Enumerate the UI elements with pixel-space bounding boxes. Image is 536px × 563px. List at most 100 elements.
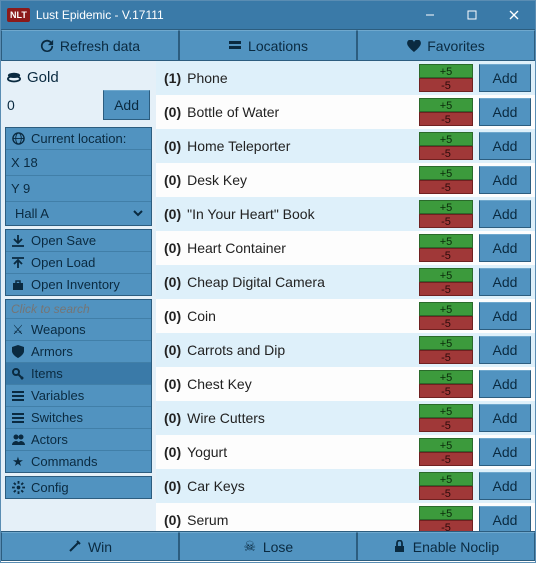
item-plus-button[interactable]: +5 [419, 336, 473, 350]
item-minus-button[interactable]: -5 [419, 180, 473, 194]
item-plus-button[interactable]: +5 [419, 472, 473, 486]
item-add-button[interactable]: Add [479, 98, 531, 126]
cat-variables[interactable]: Variables [6, 385, 151, 407]
item-minus-button[interactable]: -5 [419, 316, 473, 330]
item-pm: +5-5 [419, 234, 473, 262]
item-plus-button[interactable]: +5 [419, 132, 473, 146]
lose-button[interactable]: ☠ Lose [179, 532, 357, 561]
item-row: (0)Bottle of Water+5-5Add [156, 95, 535, 129]
cat-items[interactable]: Items [6, 363, 151, 385]
item-row: (1)Phone+5-5Add [156, 61, 535, 95]
item-plus-button[interactable]: +5 [419, 506, 473, 520]
close-button[interactable] [493, 1, 535, 29]
favorites-tab[interactable]: Favorites [357, 30, 535, 61]
gold-add-button[interactable]: Add [103, 90, 150, 120]
item-minus-button[interactable]: -5 [419, 418, 473, 432]
noclip-button[interactable]: Enable Noclip [357, 532, 535, 561]
location-map-select[interactable]: Hall A [11, 205, 146, 222]
open-inventory-label: Open Inventory [31, 277, 120, 292]
item-plus-button[interactable]: +5 [419, 302, 473, 316]
item-pm: +5-5 [419, 98, 473, 126]
minimize-button[interactable] [409, 1, 451, 29]
item-add-button[interactable]: Add [479, 166, 531, 194]
item-plus-button[interactable]: +5 [419, 268, 473, 282]
item-qty: (0) [164, 240, 181, 256]
refresh-tab[interactable]: Refresh data [1, 30, 179, 61]
item-add-button[interactable]: Add [479, 234, 531, 262]
window-title: Lust Epidemic - V.17111 [36, 8, 409, 22]
cat-armors[interactable]: Armors [6, 341, 151, 363]
item-plus-button[interactable]: +5 [419, 98, 473, 112]
open-load-button[interactable]: Open Load [6, 252, 151, 274]
item-minus-button[interactable]: -5 [419, 248, 473, 262]
item-pm: +5-5 [419, 64, 473, 92]
item-list[interactable]: (1)Phone+5-5Add(0)Bottle of Water+5-5Add… [156, 61, 535, 531]
item-row: (0)Wire Cutters+5-5Add [156, 401, 535, 435]
locations-tab[interactable]: Locations [179, 30, 357, 61]
item-minus-button[interactable]: -5 [419, 486, 473, 500]
cat-weapons[interactable]: ⚔Weapons [6, 319, 151, 341]
item-minus-button[interactable]: -5 [419, 112, 473, 126]
categories-panel: ✕ ⚔Weapons Armors Items Variables Switch… [5, 299, 152, 473]
favorites-label: Favorites [427, 38, 485, 54]
item-minus-button[interactable]: -5 [419, 452, 473, 466]
item-row: (0)Carrots and Dip+5-5Add [156, 333, 535, 367]
item-minus-button[interactable]: -5 [419, 384, 473, 398]
item-row: (0)Heart Container+5-5Add [156, 231, 535, 265]
open-inventory-button[interactable]: Open Inventory [6, 274, 151, 295]
item-plus-button[interactable]: +5 [419, 166, 473, 180]
win-button[interactable]: Win [1, 532, 179, 561]
item-add-button[interactable]: Add [479, 506, 531, 531]
gold-value: 0 [7, 97, 15, 113]
item-plus-button[interactable]: +5 [419, 64, 473, 78]
location-x-input[interactable] [11, 153, 146, 172]
cat-switches[interactable]: Switches [6, 407, 151, 429]
item-name: Coin [187, 308, 413, 324]
item-minus-button[interactable]: -5 [419, 520, 473, 531]
item-add-button[interactable]: Add [479, 302, 531, 330]
item-minus-button[interactable]: -5 [419, 282, 473, 296]
item-pm: +5-5 [419, 472, 473, 500]
cat-commands[interactable]: ★Commands [6, 451, 151, 472]
cat-items-label: Items [31, 366, 63, 381]
inventory-icon [11, 278, 25, 292]
item-plus-button[interactable]: +5 [419, 370, 473, 384]
config-label: Config [31, 480, 69, 495]
item-plus-button[interactable]: +5 [419, 234, 473, 248]
item-minus-button[interactable]: -5 [419, 350, 473, 364]
item-qty: (0) [164, 478, 181, 494]
cat-commands-label: Commands [31, 454, 97, 469]
item-minus-button[interactable]: -5 [419, 214, 473, 228]
item-qty: (0) [164, 410, 181, 426]
location-y-input[interactable] [11, 179, 146, 198]
item-name: Home Teleporter [187, 138, 413, 154]
item-pm: +5-5 [419, 438, 473, 466]
footer: Win ☠ Lose Enable Noclip [1, 531, 535, 561]
item-minus-button[interactable]: -5 [419, 146, 473, 160]
location-panel: Current location: Hall A [5, 127, 152, 226]
cat-actors[interactable]: Actors [6, 429, 151, 451]
item-add-button[interactable]: Add [479, 64, 531, 92]
item-qty: (0) [164, 342, 181, 358]
item-plus-button[interactable]: +5 [419, 438, 473, 452]
item-qty: (0) [164, 172, 181, 188]
maximize-button[interactable] [451, 1, 493, 29]
item-add-button[interactable]: Add [479, 370, 531, 398]
item-add-button[interactable]: Add [479, 336, 531, 364]
item-qty: (1) [164, 70, 181, 86]
location-header: Current location: [31, 131, 126, 146]
item-add-button[interactable]: Add [479, 200, 531, 228]
search-input[interactable] [11, 302, 156, 316]
item-minus-button[interactable]: -5 [419, 78, 473, 92]
open-save-button[interactable]: Open Save [6, 230, 151, 252]
item-add-button[interactable]: Add [479, 404, 531, 432]
item-add-button[interactable]: Add [479, 438, 531, 466]
item-plus-button[interactable]: +5 [419, 200, 473, 214]
cat-switches-label: Switches [31, 410, 83, 425]
cat-armors-label: Armors [31, 344, 73, 359]
item-add-button[interactable]: Add [479, 268, 531, 296]
item-plus-button[interactable]: +5 [419, 404, 473, 418]
item-add-button[interactable]: Add [479, 132, 531, 160]
item-add-button[interactable]: Add [479, 472, 531, 500]
config-button[interactable]: Config [6, 477, 151, 498]
